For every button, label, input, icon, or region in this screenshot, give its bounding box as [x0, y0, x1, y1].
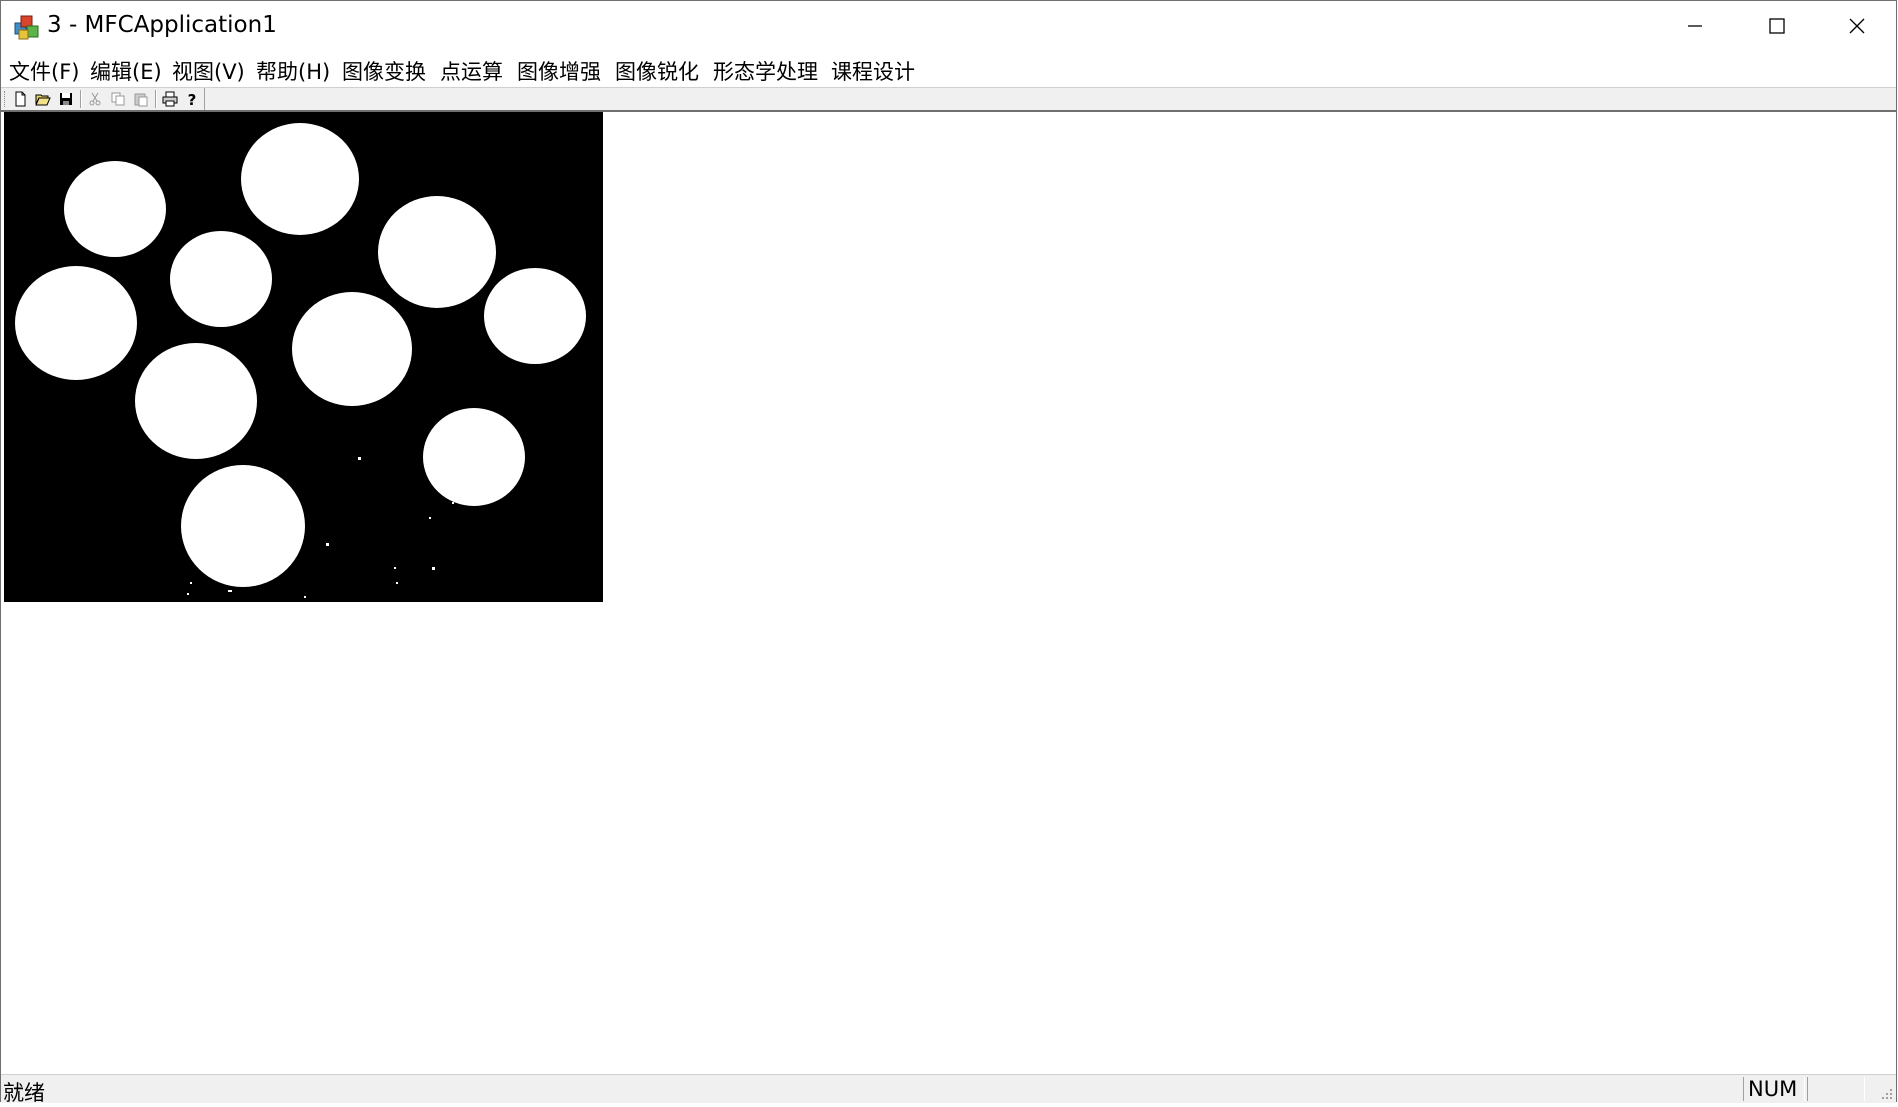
app-window: 3 - MFCApplication1 文件(F) 编辑(E) 视图(V) 帮助…	[0, 0, 1897, 1105]
mfc-app-icon[interactable]	[13, 14, 41, 42]
status-bar: 就绪 NUM	[1, 1074, 1896, 1105]
menu-help[interactable]: 帮助(H)	[252, 56, 334, 86]
menu-bar: 文件(F) 编辑(E) 视图(V) 帮助(H) 图像变换 点运算 图像增强 图像…	[1, 51, 1896, 88]
print-button[interactable]	[159, 89, 181, 109]
menu-course-design[interactable]: 课程设计	[827, 56, 919, 86]
menu-image-enhance[interactable]: 图像增强	[513, 56, 605, 86]
paste-button[interactable]	[130, 89, 152, 109]
svg-text:?: ?	[188, 91, 197, 107]
menu-image-sharpen[interactable]: 图像锐化	[611, 56, 703, 86]
menu-file[interactable]: 文件(F)	[5, 56, 83, 86]
help-button[interactable]: ?	[181, 89, 203, 109]
menu-view[interactable]: 视图(V)	[168, 56, 249, 86]
save-icon	[60, 93, 72, 105]
num-lock-indicator: NUM	[1743, 1077, 1805, 1101]
paste-icon	[134, 93, 148, 107]
help-icon: ?	[188, 91, 197, 107]
copy-button[interactable]	[107, 89, 129, 109]
menu-edit[interactable]: 编辑(E)	[86, 56, 166, 86]
open-folder-icon	[35, 94, 51, 106]
document-view[interactable]	[3, 112, 1894, 1074]
toolbar-end	[204, 88, 205, 110]
menu-point-operation[interactable]: 点运算	[436, 56, 507, 86]
cut-icon	[89, 92, 101, 106]
menu-morphology[interactable]: 形态学处理	[709, 56, 822, 86]
save-button[interactable]	[55, 89, 77, 109]
toolbar-separator	[80, 90, 82, 108]
status-pane-empty	[1807, 1077, 1865, 1101]
new-file-icon	[15, 91, 26, 107]
toolbar-separator	[155, 90, 157, 108]
minimize-button[interactable]	[1655, 1, 1735, 51]
open-button[interactable]	[32, 89, 54, 109]
new-button[interactable]	[9, 89, 31, 109]
toolbar-grip[interactable]	[4, 91, 7, 107]
maximize-icon	[1769, 18, 1785, 34]
cut-button[interactable]	[84, 89, 106, 109]
maximize-button[interactable]	[1737, 1, 1817, 51]
minimize-icon	[1688, 25, 1702, 27]
close-button[interactable]	[1817, 1, 1897, 51]
toolbar: ?	[1, 88, 1896, 112]
close-icon	[1849, 18, 1865, 34]
window-title: 3 - MFCApplication1	[47, 12, 277, 38]
print-icon	[162, 91, 178, 107]
binary-image	[4, 112, 603, 602]
copy-icon	[111, 92, 125, 106]
title-bar[interactable]: 3 - MFCApplication1	[1, 1, 1896, 51]
menu-image-transform[interactable]: 图像变换	[338, 56, 430, 86]
resize-grip-icon[interactable]	[1878, 1085, 1894, 1101]
